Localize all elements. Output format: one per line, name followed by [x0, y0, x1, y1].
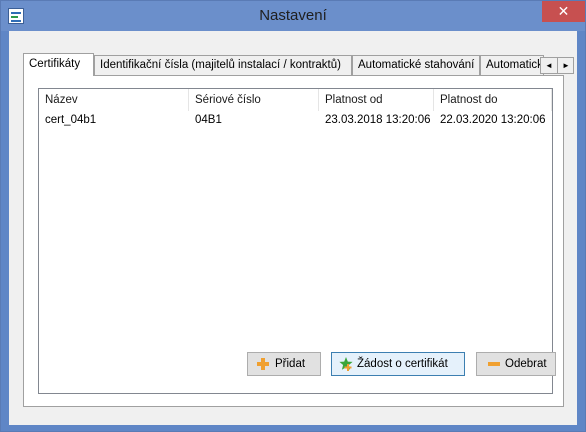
tab-scroll-buttons: ◄ ► — [540, 57, 574, 74]
cell-name: cert_04b1 — [45, 114, 97, 126]
tab-label: Identifikační čísla (majitelů instalací … — [100, 59, 341, 71]
column-header-valid-from[interactable]: Platnost od — [319, 89, 434, 111]
table-row[interactable]: cert_04b1 04B1 23.03.2018 13:20:06 22.03… — [39, 111, 552, 129]
minus-icon — [488, 362, 500, 366]
cell-serial: 04B1 — [195, 114, 222, 126]
tab-strip: Certifikáty Identifikační čísla (majitel… — [23, 53, 574, 76]
tab-label: Certifikáty — [29, 58, 81, 70]
column-header-name[interactable]: Název — [39, 89, 189, 111]
title-bar[interactable]: Nastavení ✕ — [1, 1, 585, 31]
dialog-body: Certifikáty Identifikační čísla (majitel… — [9, 31, 577, 425]
tab-automatic-download[interactable]: Automatické stahování — [352, 55, 480, 75]
add-button[interactable]: Přidat — [247, 352, 321, 376]
remove-button-label: Odebrat — [505, 358, 547, 370]
tab-automatic-more[interactable]: Automatické — [480, 55, 544, 75]
close-button[interactable]: ✕ — [542, 1, 585, 22]
remove-button[interactable]: Odebrat — [476, 352, 556, 376]
scroll-left-icon[interactable]: ◄ — [541, 58, 557, 73]
tab-certificates[interactable]: Certifikáty — [23, 53, 94, 76]
plus-icon — [257, 358, 269, 370]
request-certificate-button[interactable]: Žádost o certifikát — [331, 352, 465, 376]
star-plus-icon — [339, 357, 353, 371]
add-button-label: Přidat — [275, 358, 306, 370]
column-header-serial[interactable]: Sériové číslo — [189, 89, 319, 111]
settings-window: Nastavení ✕ Certifikáty Identifikační čí… — [0, 0, 586, 432]
column-header-valid-to[interactable]: Platnost do — [434, 89, 552, 111]
tab-label: Automatické — [486, 59, 544, 71]
request-certificate-label: Žádost o certifikát — [357, 358, 448, 370]
scroll-right-icon[interactable]: ► — [557, 58, 574, 73]
certificates-list[interactable]: Název Sériové číslo Platnost od Platnost… — [38, 88, 553, 394]
cell-valid-to: 22.03.2020 13:20:06 — [440, 114, 546, 126]
tab-label: Automatické stahování — [358, 59, 475, 71]
cell-valid-from: 23.03.2018 13:20:06 — [325, 114, 431, 126]
tab-identification-numbers[interactable]: Identifikační čísla (majitelů instalací … — [94, 55, 352, 75]
list-header: Název Sériové číslo Platnost od Platnost… — [39, 89, 552, 111]
window-title: Nastavení — [259, 7, 327, 24]
